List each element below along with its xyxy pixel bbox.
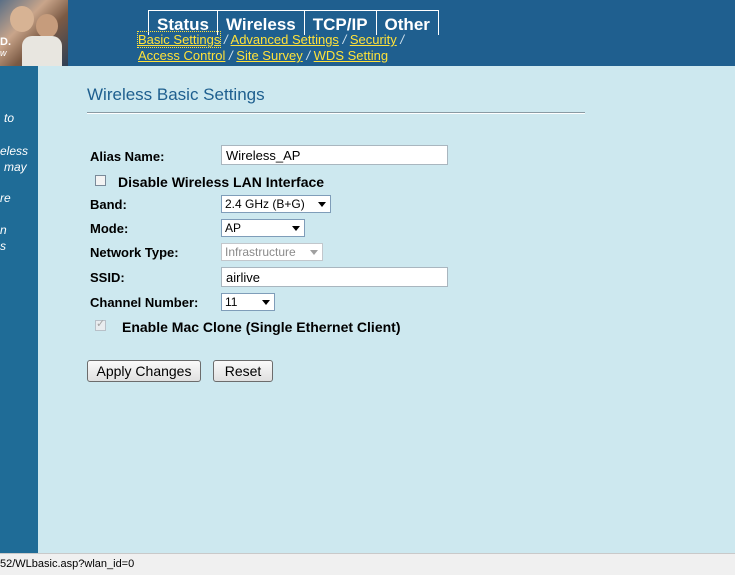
channel-number-label: Channel Number: bbox=[90, 295, 199, 310]
wireless-subnav: Basic Settings / Advanced Settings / Sec… bbox=[136, 31, 438, 64]
title-divider bbox=[87, 112, 585, 114]
subnav-site-survey[interactable]: Site Survey bbox=[236, 48, 302, 63]
disable-wlan-label: Disable Wireless LAN Interface bbox=[118, 174, 325, 190]
chevron-down-icon bbox=[310, 250, 318, 255]
network-type-select: Infrastructure bbox=[221, 243, 323, 261]
logo-person-head bbox=[10, 6, 34, 32]
mac-clone-label: Enable Mac Clone (Single Ethernet Client… bbox=[122, 319, 401, 335]
help-text-fragment: to bbox=[4, 111, 15, 125]
alias-name-input[interactable] bbox=[221, 145, 448, 165]
logo-tagline: w bbox=[0, 48, 7, 58]
mac-clone-checkbox bbox=[95, 317, 106, 331]
chevron-down-icon bbox=[262, 300, 270, 305]
logo-mark: D. bbox=[0, 36, 11, 48]
top-header: D. w Status Wireless TCP/IP Other Basic … bbox=[0, 0, 735, 66]
subnav-advanced-settings[interactable]: Advanced Settings bbox=[231, 32, 339, 47]
channel-selected-value: 11 bbox=[225, 295, 238, 309]
subnav-separator: / bbox=[306, 48, 311, 63]
brand-logo-photo: D. w bbox=[0, 0, 68, 66]
mode-select[interactable]: AP bbox=[221, 219, 305, 237]
help-text-fragment: re bbox=[0, 191, 11, 205]
main-tabs: Status Wireless TCP/IP Other bbox=[148, 10, 439, 35]
mode-label: Mode: bbox=[90, 221, 129, 236]
subnav-security[interactable]: Security bbox=[350, 32, 397, 47]
subnav-separator: / bbox=[229, 48, 233, 63]
help-text-fragment: n bbox=[0, 223, 7, 237]
mode-selected-value: AP bbox=[225, 221, 242, 235]
subnav-wds-setting[interactable]: WDS Setting bbox=[314, 48, 388, 63]
browser-status-bar: 52/WLbasic.asp?wlan_id=0 bbox=[0, 553, 735, 575]
help-text-fragment: eless bbox=[0, 144, 29, 158]
alias-name-label: Alias Name: bbox=[90, 149, 165, 164]
subnav-access-control[interactable]: Access Control bbox=[138, 48, 225, 63]
ssid-label: SSID: bbox=[90, 270, 125, 285]
page-title: Wireless Basic Settings bbox=[87, 85, 265, 104]
status-url-text: 52/WLbasic.asp?wlan_id=0 bbox=[0, 558, 135, 570]
chevron-down-icon bbox=[318, 202, 326, 207]
left-help-panel: to eless may re n s bbox=[0, 66, 38, 553]
reset-button[interactable]: Reset bbox=[213, 360, 273, 382]
network-type-selected-value: Infrastructure bbox=[225, 245, 296, 259]
content-area: Wireless Basic Settings Alias Name: Disa… bbox=[38, 66, 735, 553]
disable-wlan-checkbox[interactable] bbox=[95, 175, 106, 186]
apply-changes-button[interactable]: Apply Changes bbox=[87, 360, 201, 382]
network-type-label: Network Type: bbox=[90, 245, 179, 260]
subnav-basic-settings[interactable]: Basic Settings bbox=[136, 31, 222, 48]
band-select[interactable]: 2.4 GHz (B+G) bbox=[221, 195, 331, 213]
help-text-fragment: s bbox=[0, 239, 6, 253]
subnav-separator: / bbox=[224, 32, 228, 47]
band-label: Band: bbox=[90, 197, 127, 212]
ssid-input[interactable] bbox=[221, 267, 448, 287]
channel-number-select[interactable]: 11 bbox=[221, 293, 275, 311]
band-selected-value: 2.4 GHz (B+G) bbox=[225, 197, 305, 211]
help-text-fragment: may bbox=[4, 160, 27, 174]
subnav-separator: / bbox=[400, 32, 405, 47]
chevron-down-icon bbox=[292, 226, 300, 231]
logo-child-head bbox=[36, 14, 58, 38]
logo-shirt bbox=[22, 36, 62, 66]
subnav-separator: / bbox=[342, 32, 347, 47]
